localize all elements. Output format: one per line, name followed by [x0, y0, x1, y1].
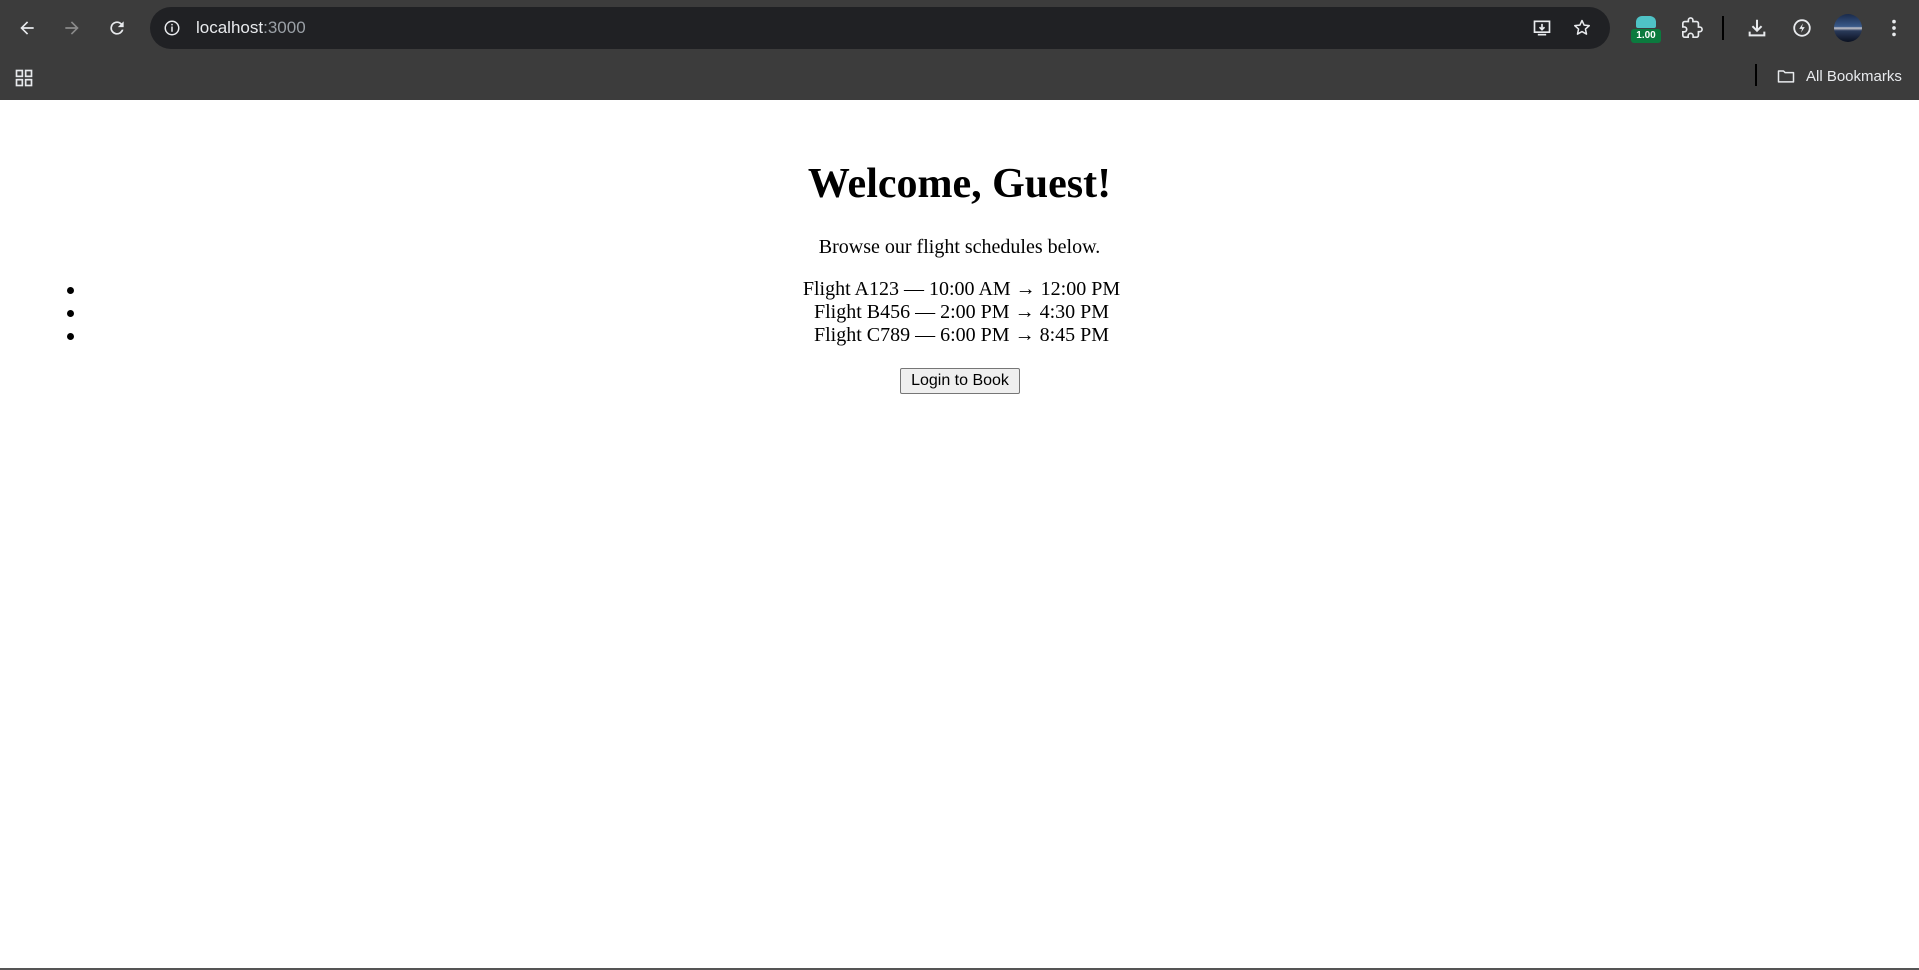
all-bookmarks-label: All Bookmarks — [1806, 67, 1902, 85]
page-title: Welcome, Guest! — [807, 161, 1112, 207]
login-to-book-button[interactable]: Login to Book — [900, 368, 1020, 394]
extensions-puzzle-icon[interactable] — [1676, 12, 1708, 44]
address-bar[interactable]: localhost:3000 — [150, 7, 1610, 49]
list-item: Flight A123 — 10:00 AM → 12:00 PM — [40, 278, 1883, 301]
intro-text: Browse our flight schedules below. — [818, 236, 1101, 258]
browser-toolbar: localhost:3000 1.00 — [0, 0, 1919, 56]
page-content: Welcome, Guest! Browse our flight schedu… — [0, 100, 1919, 969]
url-text[interactable]: localhost:3000 — [196, 18, 306, 38]
reload-button[interactable] — [99, 10, 135, 46]
performance-icon[interactable] — [1786, 12, 1818, 44]
browser-chrome: localhost:3000 1.00 All Bookmarks — [0, 0, 1919, 100]
more-menu-icon[interactable] — [1878, 12, 1910, 44]
download-icon[interactable] — [1741, 12, 1773, 44]
flight-list: Flight A123 — 10:00 AM → 12:00 PM Flight… — [40, 278, 1883, 347]
profile-avatar[interactable] — [1834, 14, 1862, 42]
extension-badge-icon[interactable]: 1.00 — [1631, 14, 1661, 44]
list-item: Flight B456 — 2:00 PM → 4:30 PM — [40, 301, 1883, 324]
folder-icon — [1777, 70, 1795, 83]
arrow-right-icon — [65, 21, 79, 35]
toolbar-separator — [1722, 16, 1724, 40]
url-port: :3000 — [263, 18, 306, 37]
bookmarks-separator — [1755, 64, 1757, 86]
bookmarks-bar: All Bookmarks — [0, 56, 1919, 100]
install-app-icon[interactable] — [1530, 16, 1554, 40]
apps-grid-icon[interactable] — [12, 66, 36, 90]
list-item: Flight C789 — 6:00 PM → 8:45 PM — [40, 324, 1883, 347]
forward-button[interactable] — [54, 10, 90, 46]
reload-icon — [110, 21, 124, 35]
arrow-left-icon — [20, 21, 34, 35]
url-host: localhost — [196, 18, 264, 37]
site-info-icon[interactable] — [160, 16, 184, 40]
back-button[interactable] — [9, 10, 45, 46]
all-bookmarks-button[interactable]: All Bookmarks — [1776, 64, 1902, 88]
extension-badge-count: 1.00 — [1631, 29, 1661, 43]
bookmark-star-icon[interactable] — [1570, 16, 1594, 40]
